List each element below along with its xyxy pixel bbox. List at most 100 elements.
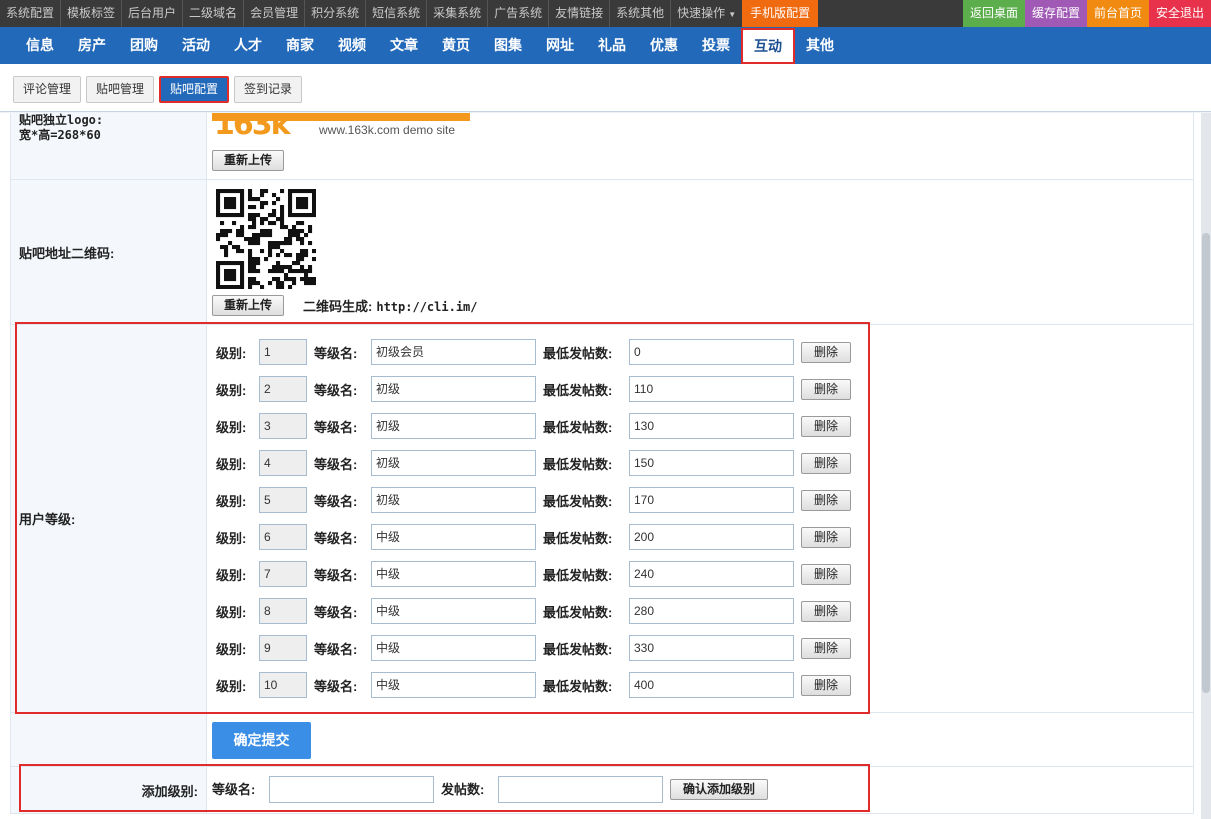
level-row: 级别: 5 等级名: 初级 最低发帖数: 170 删除 <box>208 487 868 513</box>
level-number-input[interactable]: 8 <box>259 598 307 624</box>
scrollbar-thumb[interactable] <box>1202 233 1210 693</box>
module-nav-item[interactable]: 投票 <box>690 27 742 64</box>
level-min-posts-input[interactable]: 0 <box>629 339 794 365</box>
system-menu-item[interactable]: 短信系统 <box>366 0 428 27</box>
level-label: 级别: <box>216 568 247 583</box>
level-min-posts-input[interactable]: 150 <box>629 450 794 476</box>
module-nav-item[interactable]: 网址 <box>534 27 586 64</box>
level-number-input[interactable]: 9 <box>259 635 307 661</box>
sub-tab[interactable]: 贴吧管理 <box>86 76 155 103</box>
level-name-input[interactable]: 中级 <box>371 561 536 587</box>
system-menu-item[interactable]: 友情链接 <box>549 0 611 27</box>
vertical-scrollbar[interactable] <box>1201 113 1211 819</box>
level-delete-button[interactable]: 删除 <box>801 675 851 696</box>
level-delete-button[interactable]: 删除 <box>801 527 851 548</box>
level-delete-button[interactable]: 删除 <box>801 601 851 622</box>
level-min-posts-input[interactable]: 130 <box>629 413 794 439</box>
level-delete-button[interactable]: 删除 <box>801 638 851 659</box>
level-min-posts-input[interactable]: 240 <box>629 561 794 587</box>
system-menu-item[interactable]: 系统配置 <box>0 0 62 27</box>
module-nav-item[interactable]: 房产 <box>66 27 118 64</box>
add-level-label: 添加级别: <box>10 767 207 813</box>
add-level-name-input[interactable] <box>269 776 434 803</box>
forum-logo-image: 163k www.163k.com demo site <box>212 113 470 141</box>
module-nav-item[interactable]: 礼品 <box>586 27 638 64</box>
level-number-input[interactable]: 6 <box>259 524 307 550</box>
sub-tab[interactable]: 签到记录 <box>234 76 303 103</box>
system-menu-item[interactable]: 快速操作 ▼ <box>671 0 742 27</box>
module-nav-item[interactable]: 活动 <box>170 27 222 64</box>
level-number-input[interactable]: 1 <box>259 339 307 365</box>
level-min-posts-input[interactable]: 110 <box>629 376 794 402</box>
level-row: 级别: 7 等级名: 中级 最低发帖数: 240 删除 <box>208 561 868 587</box>
system-menu-item[interactable]: 积分系统 <box>305 0 367 27</box>
module-nav-item[interactable]: 优惠 <box>638 27 690 64</box>
module-nav-item[interactable]: 互动 <box>741 27 795 64</box>
level-delete-button[interactable]: 删除 <box>801 453 851 474</box>
level-min-posts-input[interactable]: 200 <box>629 524 794 550</box>
module-nav-item[interactable]: 其他 <box>794 27 846 64</box>
level-name-input[interactable]: 初级 <box>371 487 536 513</box>
submit-button[interactable]: 确定提交 <box>212 722 311 759</box>
level-min-posts-input[interactable]: 400 <box>629 672 794 698</box>
system-menu-item[interactable]: 二级域名 <box>183 0 245 27</box>
module-nav-item[interactable]: 商家 <box>274 27 326 64</box>
level-number-input[interactable]: 4 <box>259 450 307 476</box>
level-label: 级别: <box>216 457 247 472</box>
system-menu-item[interactable]: 广告系统 <box>488 0 550 27</box>
level-name-input[interactable]: 初级会员 <box>371 339 536 365</box>
level-name-input[interactable]: 初级 <box>371 413 536 439</box>
level-min-posts-input[interactable]: 330 <box>629 635 794 661</box>
add-level-count-input[interactable] <box>498 776 663 803</box>
level-name-input[interactable]: 中级 <box>371 524 536 550</box>
level-number-input[interactable]: 7 <box>259 561 307 587</box>
level-min-posts-input[interactable]: 280 <box>629 598 794 624</box>
level-delete-button[interactable]: 删除 <box>801 342 851 363</box>
system-menu-item[interactable]: 后台用户 <box>122 0 184 27</box>
logo-label-line2: 宽*高=268*60 <box>19 128 101 142</box>
logo-reupload-button[interactable]: 重新上传 <box>212 150 285 171</box>
level-name-input[interactable]: 中级 <box>371 598 536 624</box>
level-name-input[interactable]: 中级 <box>371 635 536 661</box>
level-min-label: 最低发帖数: <box>543 679 613 694</box>
module-nav-item[interactable]: 团购 <box>118 27 170 64</box>
add-level-confirm-button[interactable]: 确认添加级别 <box>670 779 769 800</box>
level-name-input[interactable]: 中级 <box>371 672 536 698</box>
level-name-label: 等级名: <box>314 642 358 657</box>
module-nav-item[interactable]: 视频 <box>326 27 378 64</box>
logo-site-text: www.163k.com demo site <box>319 123 456 137</box>
module-nav-item[interactable]: 黄页 <box>430 27 482 64</box>
quick-link-item[interactable]: 安全退出 <box>1148 0 1211 27</box>
quick-link-item[interactable]: 缓存配置 <box>1024 0 1087 27</box>
sub-tab[interactable]: 贴吧配置 <box>159 76 230 103</box>
qr-generator-link[interactable]: http://cli.im/ <box>376 300 477 314</box>
level-name-input[interactable]: 初级 <box>371 450 536 476</box>
quick-link-item[interactable]: 返回桌面 <box>962 0 1025 27</box>
system-menu-item[interactable]: 系统其他 <box>610 0 672 27</box>
level-min-posts-input[interactable]: 170 <box>629 487 794 513</box>
system-menu-item[interactable]: 模板标签 <box>61 0 123 27</box>
qr-reupload-button[interactable]: 重新上传 <box>212 295 285 316</box>
module-nav-item[interactable]: 信息 <box>14 27 66 64</box>
level-delete-button[interactable]: 删除 <box>801 564 851 585</box>
level-min-label: 最低发帖数: <box>543 531 613 546</box>
level-delete-button[interactable]: 删除 <box>801 416 851 437</box>
sub-tab[interactable]: 评论管理 <box>13 76 82 103</box>
level-name-label: 等级名: <box>314 457 358 472</box>
level-number-input[interactable]: 10 <box>259 672 307 698</box>
level-name-label: 等级名: <box>314 531 358 546</box>
level-name-input[interactable]: 初级 <box>371 376 536 402</box>
quick-link-item[interactable]: 前台首页 <box>1086 0 1149 27</box>
mobile-config-button[interactable]: 手机版配置 <box>742 0 819 27</box>
system-menu-item[interactable]: 会员管理 <box>244 0 306 27</box>
module-nav-item[interactable]: 人才 <box>222 27 274 64</box>
level-delete-button[interactable]: 删除 <box>801 490 851 511</box>
module-nav-item[interactable]: 文章 <box>378 27 430 64</box>
sub-tabs: 评论管理 贴吧管理 贴吧配置 签到记录 <box>0 64 1211 112</box>
level-delete-button[interactable]: 删除 <box>801 379 851 400</box>
level-number-input[interactable]: 2 <box>259 376 307 402</box>
level-number-input[interactable]: 5 <box>259 487 307 513</box>
level-number-input[interactable]: 3 <box>259 413 307 439</box>
module-nav-item[interactable]: 图集 <box>482 27 534 64</box>
system-menu-item[interactable]: 采集系统 <box>427 0 489 27</box>
